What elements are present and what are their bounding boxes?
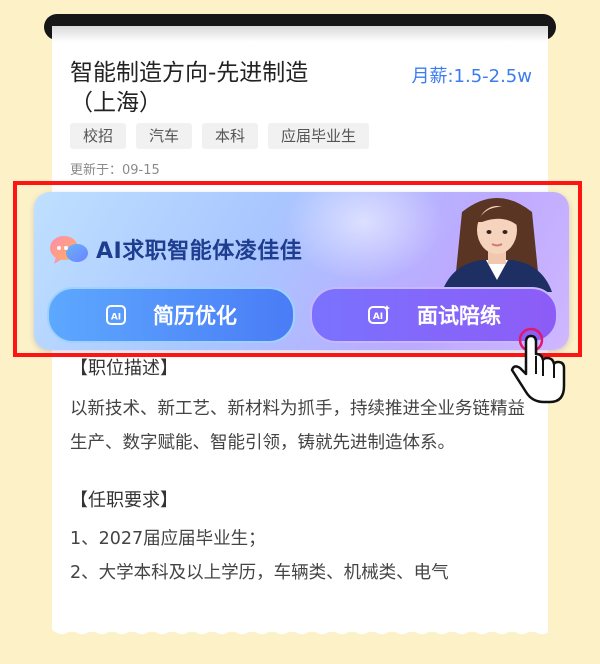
description-text: 以新技术、新工艺、新材料为抓手，持续推进全业务链精益生产、数字赋能、智能引领，铸… — [70, 399, 525, 453]
tag-education: 本科 — [202, 123, 259, 149]
tag-recruit-type: 校招 — [70, 123, 127, 149]
job-title-line1: 智能制造方向-先进制造 — [70, 60, 309, 86]
hand-pointer-icon — [510, 327, 566, 404]
job-tags: 校招 汽车 本科 应届毕业生 — [70, 123, 370, 149]
ticket-scallop-edge — [52, 624, 548, 644]
job-title: 智能制造方向-先进制造 （上海） — [70, 58, 370, 118]
updated-date: 更新于：09-15 — [70, 163, 160, 178]
highlight-box — [13, 181, 582, 357]
description-heading: 【职位描述】 — [70, 358, 178, 379]
ticket-shadow — [52, 26, 548, 42]
tag-industry: 汽车 — [136, 123, 193, 149]
requirement-item: 1、2027届应届毕业生； — [70, 529, 266, 549]
requirements-heading: 【任职要求】 — [70, 490, 178, 511]
salary-label: 月薪:1.5-2.5w — [411, 66, 532, 87]
job-description: 【职位描述】 以新技术、新工艺、新材料为抓手，持续推进全业务链精益生产、数字赋能… — [70, 358, 530, 590]
tag-candidate-type: 应届毕业生 — [268, 123, 370, 149]
job-title-line2: （上海） — [70, 90, 162, 116]
requirement-item: 2、大学本科及以上学历，车辆类、机械类、电气 — [70, 563, 449, 583]
